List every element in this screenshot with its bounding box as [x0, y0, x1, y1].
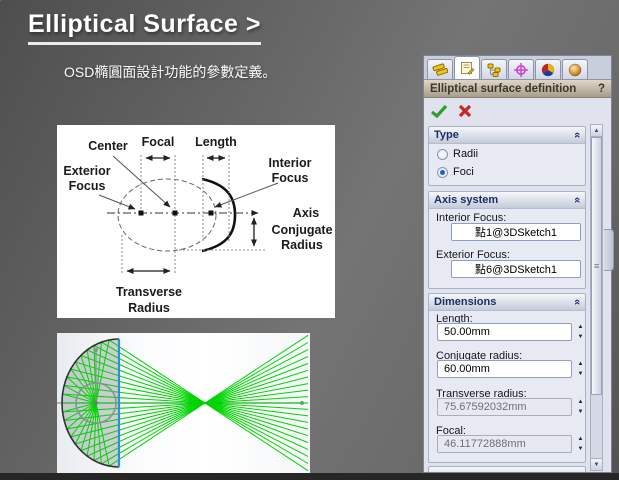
- spinner-up-icon[interactable]: ▲: [575, 435, 586, 443]
- panel-title-bar: Elliptical surface definition ?: [424, 80, 611, 98]
- property-manager-icon: [459, 60, 475, 76]
- check-icon: [431, 104, 448, 118]
- ok-button[interactable]: [431, 104, 448, 118]
- dimensions-group-title: Dimensions: [434, 296, 496, 308]
- collapse-chevron-icon[interactable]: «: [572, 132, 582, 138]
- scroll-down-button[interactable]: ▼: [591, 458, 602, 470]
- panel-splitter-handle[interactable]: [604, 229, 614, 271]
- property-manager-panel: Elliptical surface definition ? Type « R…: [423, 55, 612, 473]
- label-length: Length: [195, 135, 237, 149]
- ellipse-parameter-diagram: Center Focal Length Interior Focus Exter…: [57, 125, 335, 318]
- tab-appearance[interactable]: [562, 59, 588, 79]
- collapsed-group-header[interactable]: [429, 467, 585, 472]
- collapse-chevron-icon[interactable]: «: [572, 299, 582, 305]
- axis-group-title: Axis system: [434, 194, 498, 206]
- background-accent-line: [0, 0, 11, 164]
- light-rays: [62, 335, 308, 470]
- elliptical-surface-arc: [202, 179, 235, 251]
- help-button[interactable]: ?: [598, 83, 605, 95]
- spinner-up-icon[interactable]: ▲: [575, 323, 586, 331]
- radio-foci-label: Foci: [453, 166, 474, 178]
- collapse-chevron-icon[interactable]: «: [572, 197, 582, 203]
- tab-display-manager[interactable]: [535, 59, 561, 79]
- radio-radii[interactable]: Radii: [437, 148, 478, 160]
- leader-lines: [99, 156, 278, 209]
- dimensions-group: Dimensions « Length: ▲ ▼ Conjugate radiu…: [428, 293, 586, 463]
- tab-configuration-manager[interactable]: [481, 59, 507, 79]
- focal-input: [437, 435, 572, 453]
- scrollbar-thumb[interactable]: ≡: [591, 137, 602, 395]
- slide: Elliptical Surface > OSD橢圓面設計功能的參數定義。: [0, 0, 619, 480]
- label-transverse-radius: Radius: [128, 301, 170, 315]
- manager-tab-bar: [424, 56, 611, 80]
- focus-markers: [139, 211, 214, 216]
- transverse-radius-spinner: ▲ ▼: [575, 398, 586, 416]
- label-center: Center: [88, 139, 128, 153]
- length-input[interactable]: [437, 323, 572, 341]
- label-exterior-focus: Exterior: [63, 164, 110, 178]
- page-title: Elliptical Surface >: [28, 10, 261, 45]
- conjugate-radius-spinner: ▲ ▼: [575, 360, 586, 378]
- label-focal: Focal: [142, 135, 175, 149]
- display-manager-icon: [540, 62, 556, 78]
- label-conjugate-radius: Conjugate: [271, 223, 332, 237]
- panel-scrollbar[interactable]: ▲ ≡ ▼: [590, 124, 603, 471]
- ray-trace-svg: [57, 333, 310, 473]
- type-group-header[interactable]: Type «: [429, 127, 585, 144]
- exterior-focus-input[interactable]: [451, 260, 581, 278]
- ray-trace-figure: [57, 333, 310, 473]
- label-conjugate-radius: Radius: [281, 238, 323, 252]
- radio-selected-icon: [437, 167, 448, 178]
- dashed-ellipse: [118, 179, 216, 251]
- transverse-radius-input: [437, 398, 572, 416]
- spinner-down-icon[interactable]: ▼: [575, 370, 586, 378]
- spinner-up-icon[interactable]: ▲: [575, 398, 586, 406]
- axis-group-header[interactable]: Axis system «: [429, 192, 585, 209]
- stem-end-point: [94, 348, 98, 352]
- collapsed-group-sliver: [428, 466, 586, 472]
- feature-manager-icon: [432, 62, 448, 78]
- dimensions-group-header[interactable]: Dimensions «: [429, 294, 585, 311]
- radio-foci[interactable]: Foci: [437, 166, 474, 178]
- tab-feature-manager[interactable]: [427, 59, 453, 79]
- label-axis: Axis: [293, 206, 319, 220]
- source-point: [94, 401, 98, 405]
- panel-title: Elliptical surface definition: [430, 83, 576, 95]
- label-interior-focus: Interior: [268, 156, 311, 170]
- cancel-button[interactable]: [458, 104, 472, 118]
- dimxpert-icon: [513, 62, 529, 78]
- focal-spinner: ▲ ▼: [575, 435, 586, 453]
- type-group: Type « Radii Foci: [428, 126, 586, 186]
- interior-focus-input[interactable]: [451, 223, 581, 241]
- appearance-icon: [567, 62, 583, 78]
- radio-circle-icon: [437, 149, 448, 160]
- panel-body: Type « Radii Foci Axis system « Interior…: [428, 126, 586, 472]
- spinner-up-icon[interactable]: ▲: [575, 360, 586, 368]
- spinner-down-icon[interactable]: ▼: [575, 408, 586, 416]
- spinner-down-icon[interactable]: ▼: [575, 333, 586, 341]
- spinner-down-icon[interactable]: ▼: [575, 445, 586, 453]
- length-spinner: ▲ ▼: [575, 323, 586, 341]
- cross-icon: [458, 104, 472, 118]
- label-exterior-focus: Focus: [69, 179, 106, 193]
- label-interior-focus: Focus: [272, 171, 309, 185]
- label-transverse-radius: Transverse: [116, 285, 182, 299]
- type-group-title: Type: [434, 129, 459, 141]
- axis-system-group: Axis system « Interior Focus: Exterior F…: [428, 191, 586, 289]
- conjugate-radius-input[interactable]: [437, 360, 572, 378]
- slide-bottom-edge: [0, 473, 619, 480]
- tab-dimxpert-manager[interactable]: [508, 59, 534, 79]
- action-buttons: [424, 98, 611, 123]
- configuration-manager-icon: [486, 62, 502, 78]
- tab-property-manager[interactable]: [454, 56, 480, 79]
- diagram-svg: Center Focal Length Interior Focus Exter…: [57, 125, 335, 318]
- subtitle-text: OSD橢圓面設計功能的參數定義。: [64, 62, 276, 82]
- scroll-up-button[interactable]: ▲: [591, 125, 602, 137]
- radio-radii-label: Radii: [453, 148, 478, 160]
